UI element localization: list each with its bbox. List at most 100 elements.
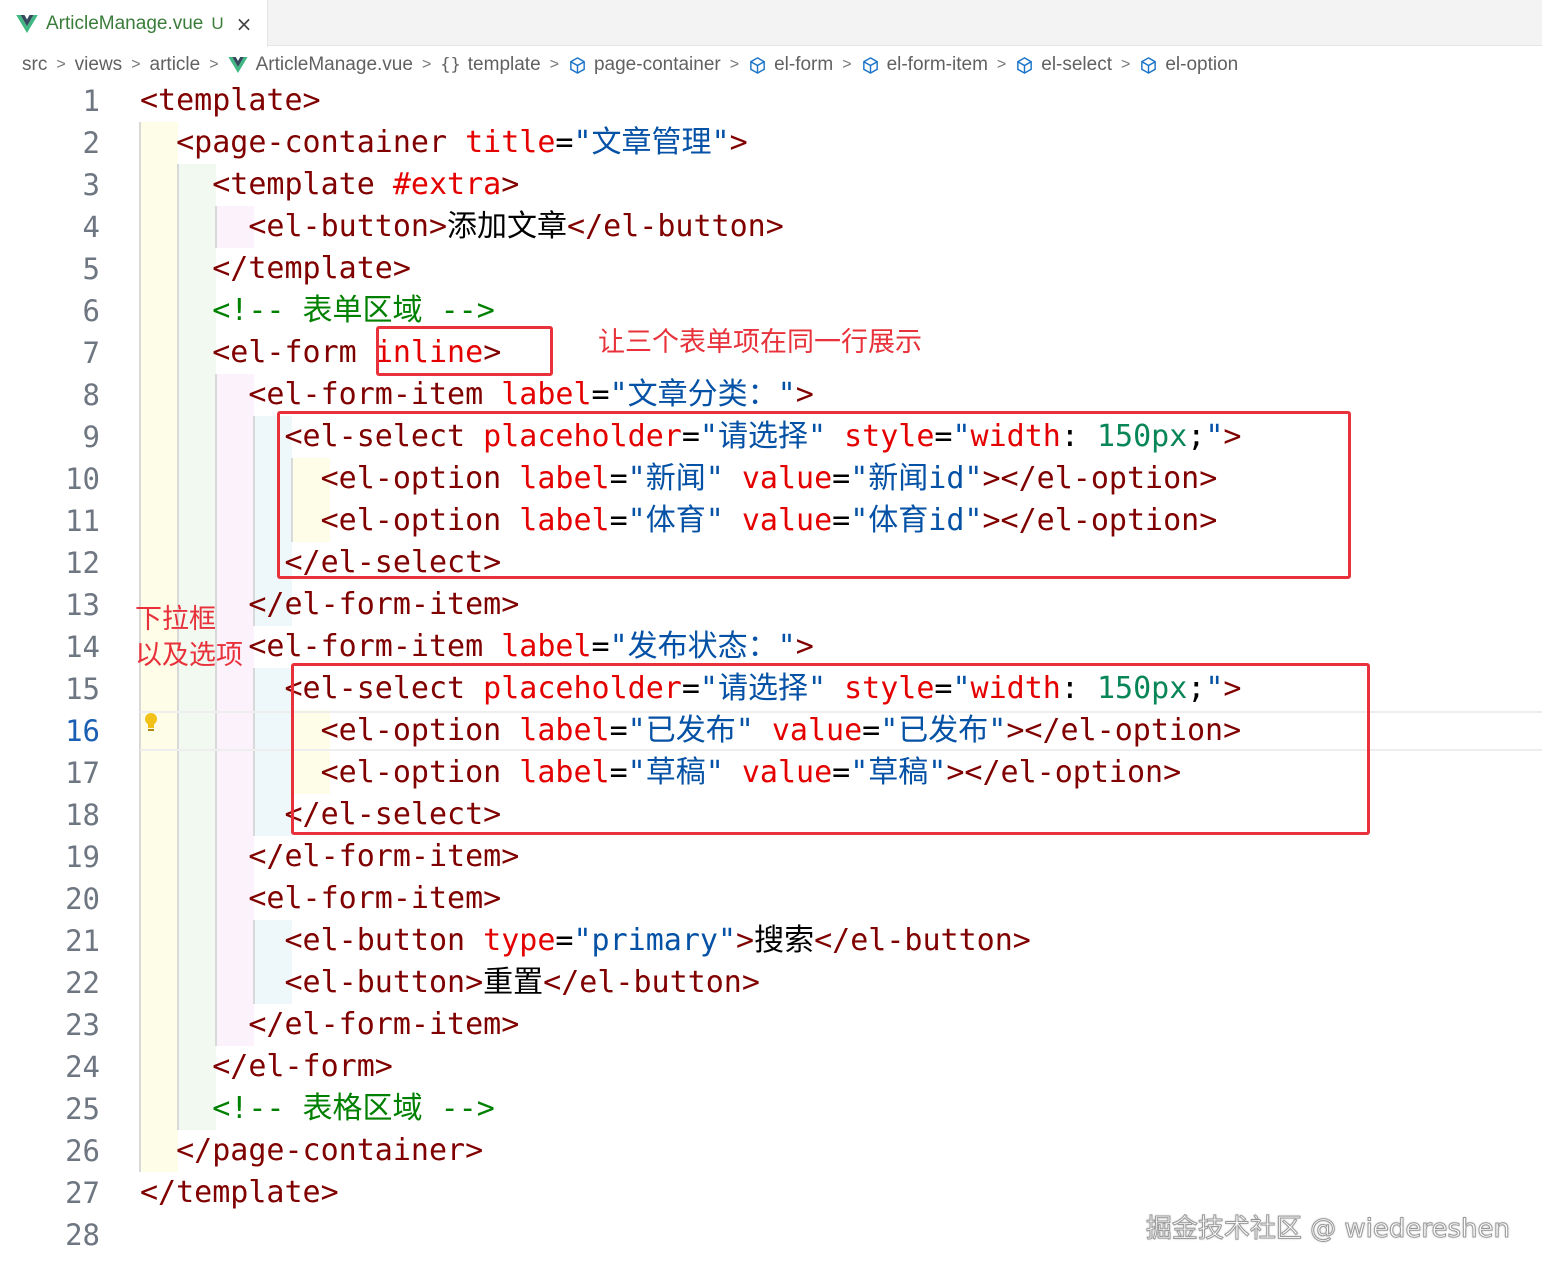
- code-line[interactable]: 5 </template>: [0, 248, 1542, 290]
- code-token: "发布状态：": [609, 629, 796, 664]
- annotation-select-note-line2: 以及选项: [135, 640, 243, 671]
- close-icon[interactable]: ×: [236, 12, 253, 36]
- code-token: >: [501, 167, 520, 202]
- code-line[interactable]: 23 </el-form-item>: [0, 1004, 1542, 1046]
- line-number: 2: [82, 126, 100, 160]
- line-number: 23: [65, 1008, 100, 1042]
- code-text: <el-button>重置</el-button>: [140, 962, 760, 1004]
- breadcrumb-item-el-form-item[interactable]: el-form-item: [861, 54, 988, 76]
- breadcrumb-item-src[interactable]: src: [22, 54, 47, 76]
- code-line[interactable]: 20 <el-form-item>: [0, 878, 1542, 920]
- code-text: <el-form-item label="文章分类：">: [140, 374, 814, 416]
- breadcrumb-item-el-form[interactable]: el-form: [748, 54, 833, 76]
- line-number: 3: [82, 168, 100, 202]
- breadcrumb-item-template[interactable]: {} template: [440, 54, 540, 76]
- code-text: <template>: [140, 80, 321, 122]
- code-token: "primary": [573, 923, 737, 958]
- code-line[interactable]: 19 </el-form-item>: [0, 836, 1542, 878]
- code-token: <el-button: [140, 923, 484, 958]
- code-token: =: [555, 125, 574, 160]
- line-number: 5: [82, 252, 100, 286]
- code-token: title: [465, 125, 556, 160]
- code-token: </template>: [140, 1175, 339, 1210]
- lightbulb-icon[interactable]: [143, 712, 159, 734]
- annotation-select-note: 下拉框 以及选项: [135, 602, 243, 674]
- line-number: 7: [82, 336, 100, 370]
- code-line[interactable]: 8 <el-form-item label="文章分类：">: [0, 374, 1542, 416]
- code-text: </el-form-item>: [140, 836, 519, 878]
- code-token: <template>: [140, 83, 321, 118]
- code-token: <el-form-item>: [140, 881, 502, 916]
- code-token: >: [795, 377, 814, 412]
- code-line[interactable]: 2 <page-container title="文章管理">: [0, 122, 1542, 164]
- code-line[interactable]: 22 <el-button>重置</el-button>: [0, 962, 1542, 1004]
- chevron-right-icon: >: [209, 56, 219, 73]
- code-token: </el-button>: [567, 209, 784, 244]
- annotation-select-note-line1: 下拉框: [135, 604, 216, 635]
- cube-icon: [750, 56, 765, 74]
- code-token: </el-button>: [814, 923, 1031, 958]
- annotation-box-select-1: [277, 411, 1351, 579]
- breadcrumb: src > views > article > ArticleManage.vu…: [22, 50, 1238, 80]
- breadcrumb-item-file[interactable]: ArticleManage.vue: [227, 54, 413, 76]
- code-token: >: [729, 125, 748, 160]
- line-number: 17: [65, 756, 100, 790]
- code-line[interactable]: 21 <el-button type="primary">搜索</el-butt…: [0, 920, 1542, 962]
- code-line[interactable]: 26 </page-container>: [0, 1130, 1542, 1172]
- annotation-box-inline: [376, 326, 553, 376]
- line-number: 15: [65, 672, 100, 706]
- tab-git-status: U: [211, 13, 224, 33]
- line-number: 11: [65, 504, 100, 538]
- code-token: </page-container>: [140, 1133, 484, 1168]
- line-number: 16: [65, 714, 100, 748]
- code-text: </template>: [140, 248, 411, 290]
- line-number: 21: [65, 924, 100, 958]
- line-number: 4: [82, 210, 100, 244]
- code-line[interactable]: 25 <!-- 表格区域 -->: [0, 1088, 1542, 1130]
- line-number: 25: [65, 1092, 100, 1126]
- code-text: <el-button>添加文章</el-button>: [140, 206, 784, 248]
- code-token: 搜索: [754, 923, 815, 958]
- watermark: 掘金技术社区 @ wiedereshen: [1145, 1214, 1510, 1245]
- code-token: >: [736, 923, 755, 958]
- line-number: 26: [65, 1134, 100, 1168]
- code-token: label: [501, 377, 592, 412]
- cube-icon: [862, 56, 878, 74]
- chevron-right-icon: >: [131, 56, 141, 73]
- code-text: <page-container title="文章管理">: [140, 122, 748, 164]
- line-number: 24: [65, 1050, 100, 1084]
- code-token: <template: [140, 167, 393, 202]
- code-text: <el-button type="primary">搜索</el-button>: [140, 920, 1031, 962]
- breadcrumb-item-el-option[interactable]: el-option: [1139, 54, 1238, 76]
- line-number: 14: [65, 630, 100, 664]
- code-token: label: [501, 629, 592, 664]
- code-text: </page-container>: [140, 1130, 483, 1172]
- code-line[interactable]: 1 <template>: [0, 80, 1542, 122]
- code-text: </el-form-item>: [140, 1004, 519, 1046]
- code-line[interactable]: 4 <el-button>添加文章</el-button>: [0, 206, 1542, 248]
- code-token: type: [483, 923, 556, 958]
- line-number: 8: [82, 378, 100, 412]
- code-token: =: [591, 629, 610, 664]
- code-token: 添加文章: [447, 209, 568, 244]
- code-text: </template>: [140, 1172, 339, 1214]
- line-number: 1: [82, 84, 100, 118]
- cube-icon: [570, 56, 585, 74]
- tab-article-manage[interactable]: ArticleManage.vue U ×: [0, 0, 268, 47]
- code-token: <el-form: [140, 335, 375, 370]
- code-line[interactable]: 24 </el-form>: [0, 1046, 1542, 1088]
- code-text: </el-form>: [140, 1046, 393, 1088]
- line-number: 27: [65, 1176, 100, 1210]
- vue-logo-icon: [227, 57, 248, 73]
- code-text: <el-form-item>: [140, 878, 501, 920]
- code-token: <!-- 表单区域 -->: [140, 293, 495, 328]
- code-token: </el-button>: [543, 965, 760, 1000]
- breadcrumb-item-views[interactable]: views: [75, 54, 123, 76]
- breadcrumb-item-article[interactable]: article: [150, 54, 201, 76]
- breadcrumb-item-el-select[interactable]: el-select: [1015, 54, 1112, 76]
- line-number: 12: [65, 546, 100, 580]
- code-line[interactable]: 3 <template #extra>: [0, 164, 1542, 206]
- breadcrumb-item-page-container[interactable]: page-container: [568, 54, 721, 76]
- chevron-right-icon: >: [56, 56, 66, 73]
- code-token: =: [591, 377, 610, 412]
